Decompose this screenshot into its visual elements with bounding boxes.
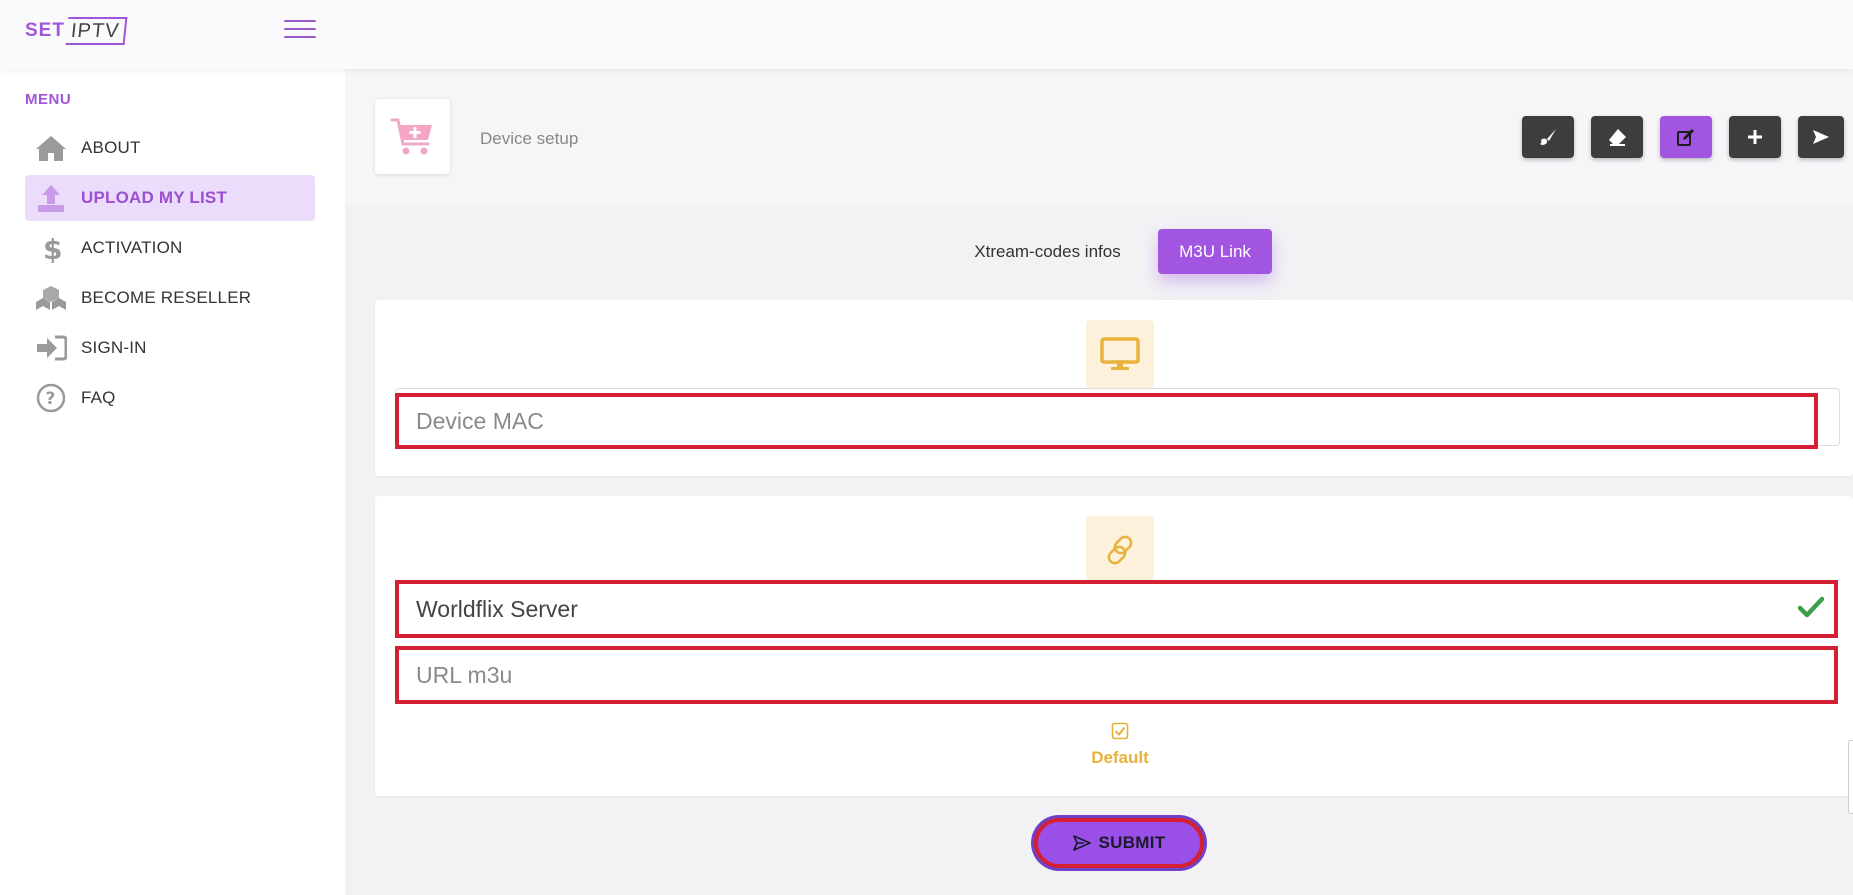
server-name-field [395, 580, 1838, 638]
edit-button[interactable] [1660, 116, 1712, 158]
upload-icon [35, 182, 67, 214]
add-button[interactable] [1729, 116, 1781, 158]
brand-set: SET [25, 20, 65, 41]
send-icon [1072, 835, 1091, 851]
brush-button[interactable] [1522, 116, 1574, 158]
svg-text:$: $ [43, 233, 61, 263]
dollar-icon: $ [35, 232, 67, 264]
hamburger-menu-icon[interactable] [284, 20, 316, 42]
boxes-icon [35, 282, 67, 314]
url-m3u-input[interactable] [399, 650, 1834, 700]
default-label: Default [1091, 748, 1149, 767]
brand-logo[interactable]: SET IPTV [25, 16, 128, 46]
sidebar-item-about[interactable]: ABOUT [25, 125, 315, 171]
sidebar-item-upload-my-list[interactable]: UPLOAD MY LIST [25, 175, 315, 221]
sidebar-item-label: FAQ [81, 388, 116, 407]
device-card [375, 300, 1853, 476]
sidebar-item-label: SIGN-IN [81, 338, 147, 357]
checkbox-icon [1111, 722, 1129, 740]
page-header: Device setup [345, 69, 1853, 204]
sidebar-item-label: UPLOAD MY LIST [81, 188, 228, 207]
menu-title: MENU [25, 91, 72, 108]
server-name-input[interactable] [399, 584, 1834, 634]
url-m3u-field [395, 646, 1838, 704]
sidebar-item-label: ACTIVATION [81, 238, 183, 257]
submit-button[interactable]: SUBMIT [1034, 818, 1204, 868]
plus-icon [1748, 130, 1762, 144]
device-mac-input[interactable] [399, 397, 1814, 445]
brand-iptv: IPTV [65, 17, 128, 45]
page-title: Device setup [480, 129, 579, 148]
question-icon: ? [35, 382, 67, 414]
sidebar-item-faq[interactable]: ? FAQ [25, 375, 315, 421]
recaptcha-badge-edge[interactable] [1848, 740, 1853, 814]
send-icon [1813, 130, 1829, 144]
sidebar-item-become-reseller[interactable]: BECOME RESELLER [25, 275, 315, 321]
sidebar-item-label: BECOME RESELLER [81, 288, 252, 307]
tab-m3u-link[interactable]: M3U Link [1158, 229, 1272, 274]
eraser-button[interactable] [1591, 116, 1643, 158]
brush-icon [1540, 129, 1556, 145]
submit-label: SUBMIT [1098, 833, 1166, 852]
top-bar: SET IPTV [0, 0, 1853, 69]
default-checkbox[interactable]: Default [1086, 722, 1154, 768]
tab-xtream-codes-infos[interactable]: Xtream-codes infos [960, 229, 1135, 274]
home-icon [35, 132, 67, 164]
cart-plus-icon [375, 99, 450, 174]
sign-in-icon [35, 332, 67, 364]
device-mac-field [395, 393, 1818, 449]
monitor-icon [1086, 320, 1154, 388]
sidebar: MENU ABOUT UPLOAD MY LIST $ ACTIVATION B… [0, 69, 345, 895]
checkmark-icon [1797, 596, 1825, 623]
sidebar-item-sign-in[interactable]: SIGN-IN [25, 325, 315, 371]
m3u-card: Default [375, 496, 1853, 796]
eraser-icon [1609, 129, 1626, 146]
edit-icon [1677, 129, 1694, 146]
svg-text:?: ? [46, 389, 56, 409]
sidebar-item-label: ABOUT [81, 138, 141, 157]
sidebar-item-activation[interactable]: $ ACTIVATION [25, 225, 315, 271]
toolbar [1522, 116, 1844, 158]
link-icon [1086, 516, 1154, 584]
send-button[interactable] [1798, 116, 1844, 158]
sidebar-nav: ABOUT UPLOAD MY LIST $ ACTIVATION BECOME… [25, 125, 315, 425]
